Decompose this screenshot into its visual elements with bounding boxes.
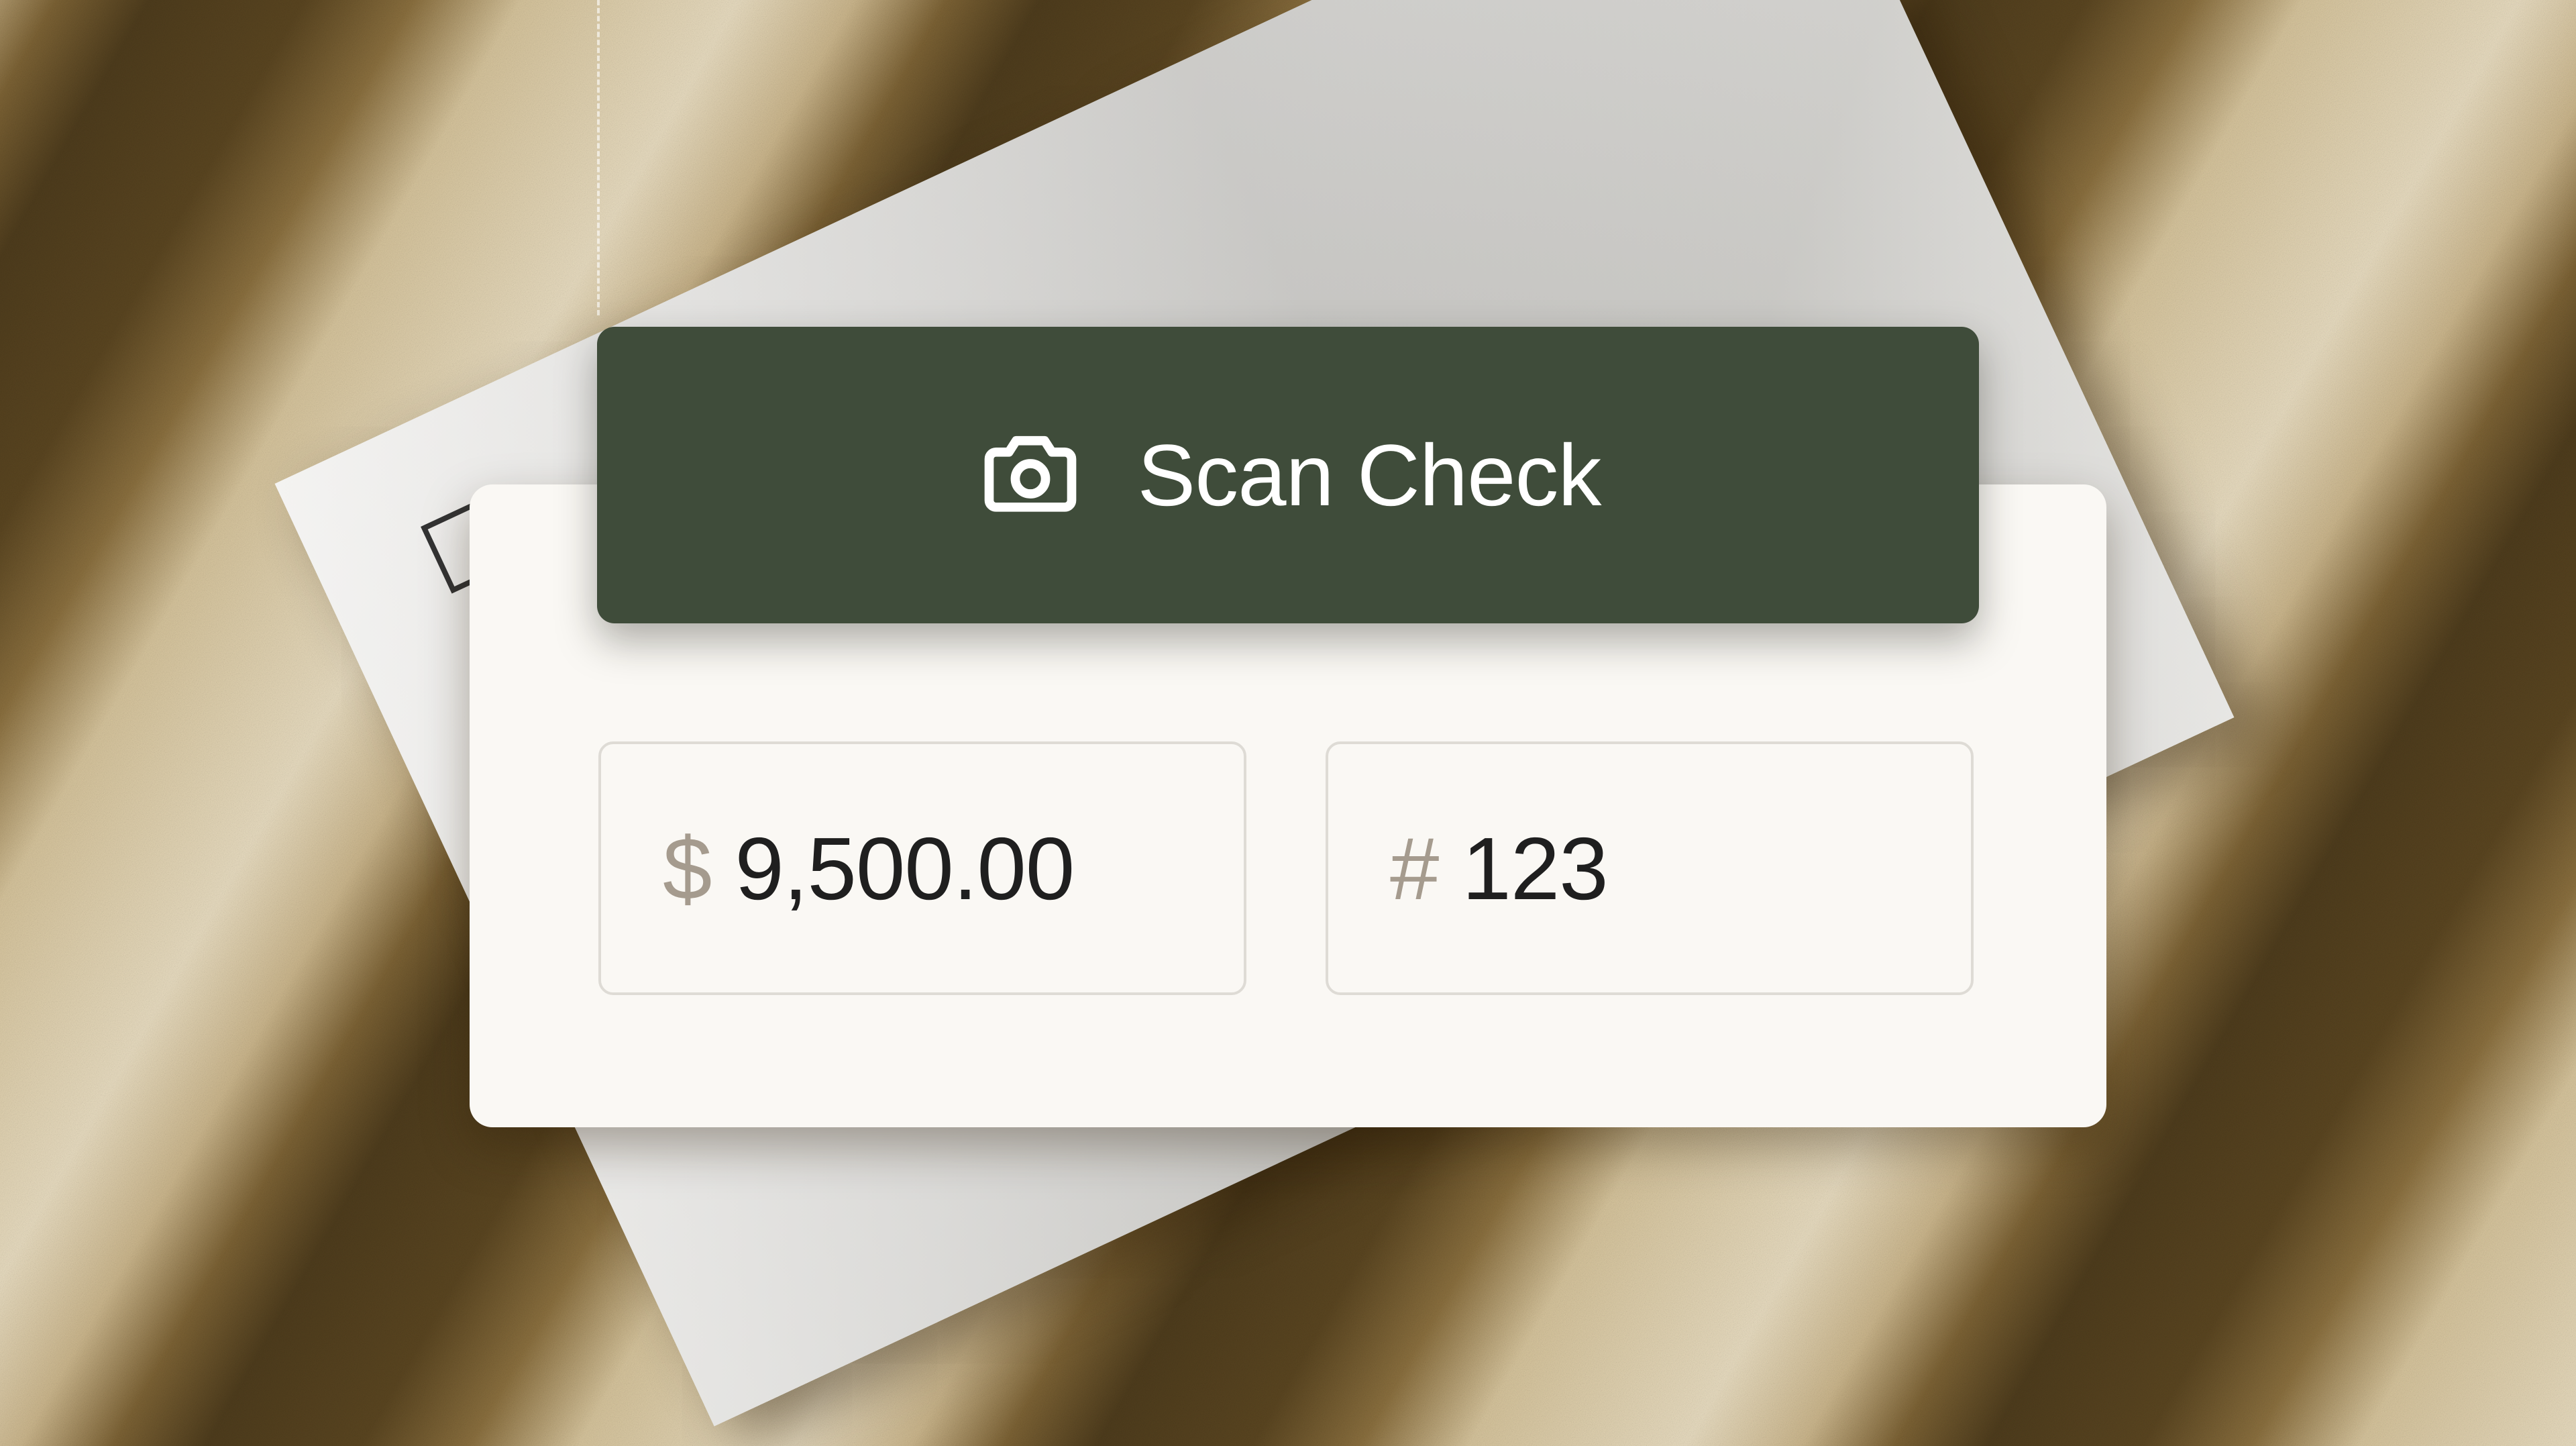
scan-check-label: Scan Check [1137,426,1602,524]
amount-value: 9,500.00 [735,819,1075,918]
number-symbol: # [1390,819,1440,918]
scan-guide-line [597,0,600,315]
check-number-field[interactable]: # 123 [1326,741,1974,995]
amount-field[interactable]: $ 9,500.00 [598,741,1246,995]
check-number-value: 123 [1462,819,1608,918]
currency-symbol: $ [663,819,712,918]
scan-check-button[interactable]: Scan Check [597,327,1979,623]
camera-icon [984,435,1076,512]
